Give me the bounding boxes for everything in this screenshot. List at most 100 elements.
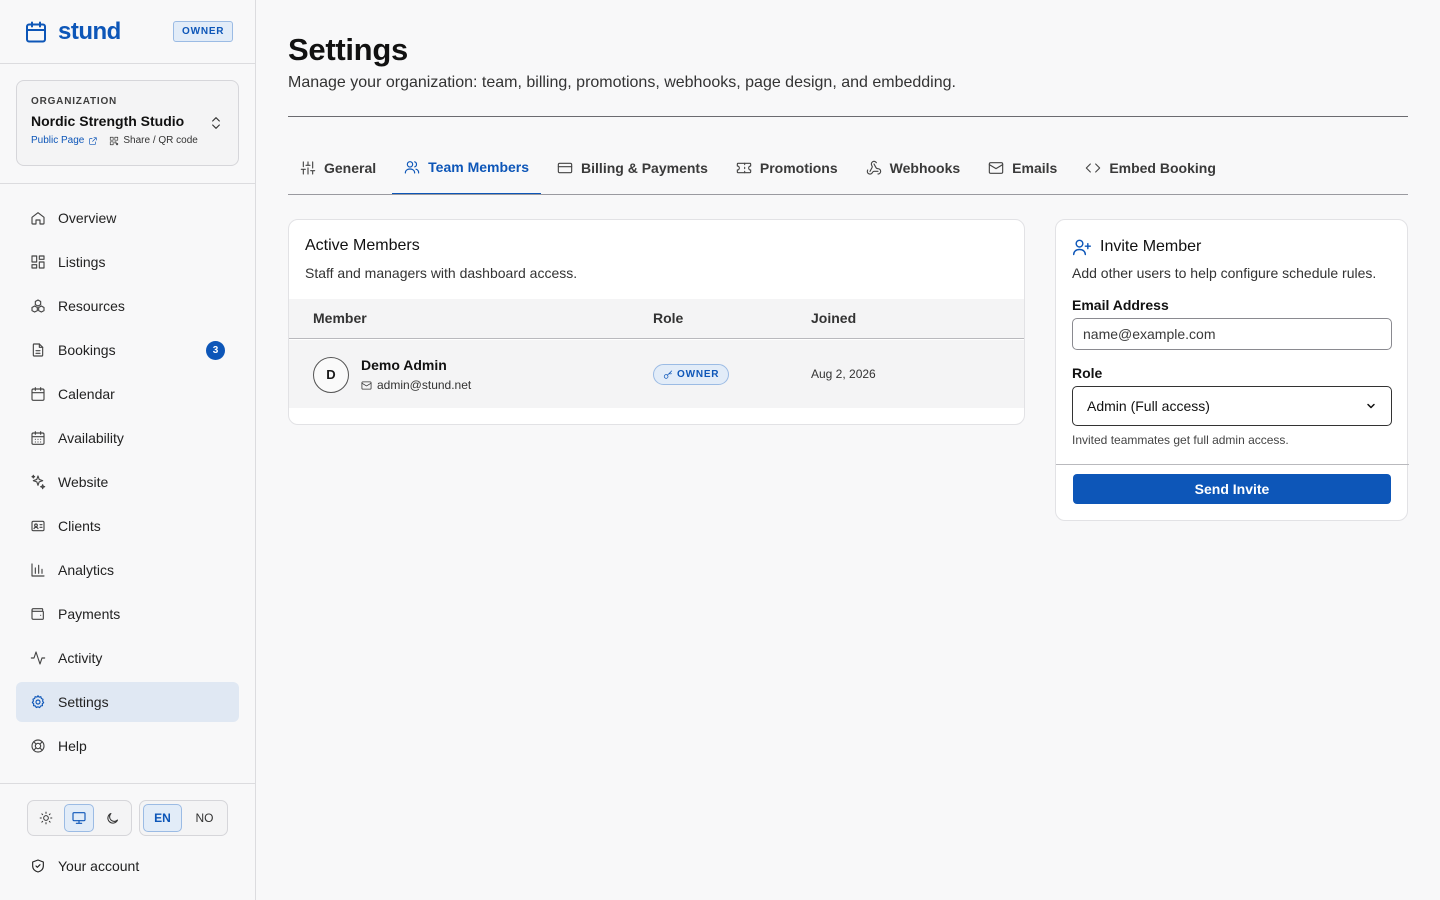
role-select[interactable]: Admin (Full access) xyxy=(1072,386,1392,426)
your-account-label: Your account xyxy=(58,858,140,874)
page-subtitle: Manage your organization: team, billing,… xyxy=(288,74,956,91)
column-member: Member xyxy=(313,310,367,326)
qr-code-icon xyxy=(109,136,119,146)
tab-billing-payments[interactable]: Billing & Payments xyxy=(545,141,720,195)
sidebar-item-activity[interactable]: Activity xyxy=(16,638,239,678)
sidebar-divider xyxy=(0,63,255,64)
public-page-label: Public Page xyxy=(31,135,85,146)
life-buoy-icon xyxy=(30,738,46,754)
sidebar-item-label: Settings xyxy=(58,694,109,710)
tab-promotions[interactable]: Promotions xyxy=(724,141,850,195)
home-icon xyxy=(30,210,46,226)
lang-en-button[interactable]: EN xyxy=(143,804,183,832)
column-joined: Joined xyxy=(811,310,857,326)
moon-icon xyxy=(105,811,120,826)
chevrons-up-down-icon[interactable] xyxy=(208,115,224,131)
shield-check-icon xyxy=(30,858,46,874)
key-icon xyxy=(663,369,673,380)
organization-switcher[interactable]: ORGANIZATION Nordic Strength Studio Publ… xyxy=(16,80,239,166)
public-page-link[interactable]: Public Page xyxy=(31,135,98,146)
page-title: Settings xyxy=(288,32,408,67)
credit-card-icon xyxy=(557,160,573,176)
sidebar-item-payments[interactable]: Payments xyxy=(16,594,239,634)
table-row[interactable]: D Demo Admin admin@stund.net OWNER Aug 2… xyxy=(289,340,1024,408)
organization-label: ORGANIZATION xyxy=(31,96,118,107)
user-plus-icon xyxy=(1072,237,1092,257)
settings-tabs: General Team Members Billing & Payments … xyxy=(288,141,1408,195)
brand-logo[interactable]: stund xyxy=(24,18,121,46)
member-joined: Aug 2, 2026 xyxy=(811,367,876,381)
tab-label: Promotions xyxy=(759,160,838,176)
sidebar-item-listings[interactable]: Listings xyxy=(16,242,239,282)
tab-embed-booking[interactable]: Embed Booking xyxy=(1073,141,1228,195)
email-field[interactable] xyxy=(1072,318,1392,350)
sidebar-item-label: Activity xyxy=(58,650,103,666)
theme-light-button[interactable] xyxy=(31,804,61,832)
chevron-down-icon xyxy=(1365,400,1377,412)
sidebar-item-resources[interactable]: Resources xyxy=(16,286,239,326)
header-divider xyxy=(288,116,1408,117)
sidebar-item-label: Resources xyxy=(58,298,125,314)
sidebar-item-clients[interactable]: Clients xyxy=(16,506,239,546)
tab-label: Embed Booking xyxy=(1109,160,1216,176)
sidebar-divider xyxy=(0,183,255,184)
tab-team-members[interactable]: Team Members xyxy=(392,141,542,195)
member-role: OWNER xyxy=(677,369,720,380)
brand-name: stund xyxy=(58,18,121,45)
sliders-icon xyxy=(300,160,316,176)
tab-webhooks[interactable]: Webhooks xyxy=(854,141,973,195)
mail-icon xyxy=(988,160,1004,176)
organization-name: Nordic Strength Studio xyxy=(31,113,185,129)
avatar: D xyxy=(313,357,349,393)
users-icon xyxy=(404,159,420,175)
active-members-title: Active Members xyxy=(305,237,420,254)
sidebar-item-help[interactable]: Help xyxy=(16,726,239,766)
calendar-icon xyxy=(30,386,46,402)
wallet-icon xyxy=(30,606,46,622)
sidebar-divider xyxy=(0,783,255,784)
calendar-logo-icon xyxy=(24,20,48,44)
sidebar-item-settings[interactable]: Settings xyxy=(16,682,239,722)
sidebar-item-calendar[interactable]: Calendar xyxy=(16,374,239,414)
tab-label: General xyxy=(324,160,377,176)
tab-general[interactable]: General xyxy=(288,141,388,195)
invite-member-subtitle: Add other users to help configure schedu… xyxy=(1072,265,1377,281)
sidebar-item-analytics[interactable]: Analytics xyxy=(16,550,239,590)
sidebar-item-label: Overview xyxy=(58,210,117,226)
role-select-value: Admin (Full access) xyxy=(1087,398,1210,414)
theme-dark-button[interactable] xyxy=(97,804,127,832)
grid-icon xyxy=(30,254,46,270)
sidebar-item-overview[interactable]: Overview xyxy=(16,198,239,238)
theme-switcher xyxy=(27,800,132,836)
member-email-text: admin@stund.net xyxy=(377,378,472,392)
send-invite-button[interactable]: Send Invite xyxy=(1073,474,1391,504)
gear-icon xyxy=(30,694,46,710)
member-email: admin@stund.net xyxy=(361,378,471,392)
share-qr-link[interactable]: Share / QR code xyxy=(109,135,198,146)
monitor-icon xyxy=(71,810,87,826)
bar-chart-icon xyxy=(30,562,46,578)
lang-no-button[interactable]: NO xyxy=(185,804,224,832)
sidebar-item-website[interactable]: Website xyxy=(16,462,239,502)
sidebar-item-bookings[interactable]: Bookings 3 xyxy=(16,330,239,370)
boxes-icon xyxy=(30,298,46,314)
column-role: Role xyxy=(653,310,684,326)
sidebar-item-label: Availability xyxy=(58,430,124,446)
email-label: Email Address xyxy=(1072,297,1169,313)
your-account-link[interactable]: Your account xyxy=(30,858,139,874)
external-link-icon xyxy=(88,136,98,146)
active-members-card: Active Members Staff and managers with d… xyxy=(288,219,1025,425)
language-switcher: EN NO xyxy=(139,800,228,836)
share-qr-label: Share / QR code xyxy=(123,135,198,146)
invite-member-title: Invite Member xyxy=(1100,238,1202,255)
sidebar-item-availability[interactable]: Availability xyxy=(16,418,239,458)
theme-system-button[interactable] xyxy=(64,804,94,832)
tab-label: Webhooks xyxy=(889,160,961,176)
invite-divider xyxy=(1056,464,1409,465)
tab-emails[interactable]: Emails xyxy=(976,141,1069,195)
invite-member-card: Invite Member Add other users to help co… xyxy=(1055,219,1409,521)
file-icon xyxy=(30,342,46,358)
active-members-subtitle: Staff and managers with dashboard access… xyxy=(305,265,578,281)
status-badge: OWNER xyxy=(653,364,730,385)
sidebar-nav: Overview Listings Resources Bookings 3 C… xyxy=(16,198,239,770)
